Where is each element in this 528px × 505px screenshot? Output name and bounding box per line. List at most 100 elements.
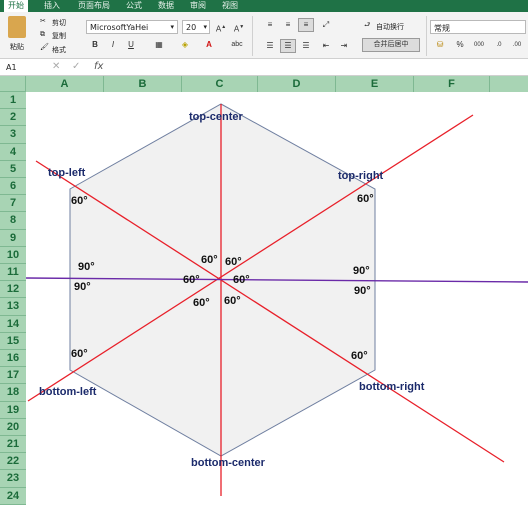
scissors-icon[interactable]: ✂ — [40, 17, 46, 25]
underline-button[interactable]: U — [124, 38, 138, 52]
row-header[interactable]: 11 — [0, 264, 26, 282]
align-bottom-icon[interactable]: ≡ — [298, 18, 314, 32]
fill-color-icon[interactable]: ◈ — [176, 38, 194, 52]
row-header[interactable]: 10 — [0, 246, 26, 264]
row-header[interactable]: 23 — [0, 470, 26, 488]
align-center-icon[interactable]: ☰ — [280, 39, 296, 53]
label-bottom-center: bottom-center — [191, 457, 266, 469]
tab-view[interactable]: 视图 — [222, 0, 238, 12]
row-header[interactable]: 7 — [0, 195, 26, 213]
column-header-c[interactable]: C — [182, 76, 258, 92]
column-header-b[interactable]: B — [104, 76, 182, 92]
label-bottom-left: bottom-left — [39, 386, 97, 398]
comma-style-icon[interactable]: 000 — [470, 38, 488, 52]
cut-button[interactable]: 剪切 — [52, 18, 66, 28]
format-painter-icon[interactable]: 🖌 — [40, 43, 49, 51]
tab-formulas[interactable]: 公式 — [126, 0, 142, 12]
increase-font-button[interactable]: A▲ — [214, 20, 228, 34]
row-header[interactable]: 3 — [0, 126, 26, 144]
tab-home[interactable]: 开始 — [4, 0, 28, 12]
name-box[interactable]: A1 — [6, 63, 17, 72]
decrease-font-button[interactable]: A▼ — [232, 20, 246, 34]
divider — [426, 16, 427, 56]
row-header[interactable]: 18 — [0, 384, 26, 402]
tab-insert[interactable]: 插入 — [44, 0, 60, 12]
row-header[interactable]: 8 — [0, 212, 26, 230]
angle-center-lower-right: 60° — [224, 295, 241, 307]
bold-button[interactable]: B — [88, 38, 102, 52]
italic-button[interactable]: I — [106, 38, 120, 52]
row-header[interactable]: 12 — [0, 281, 26, 299]
text-style-icon[interactable]: abc — [228, 38, 246, 52]
cancel-icon[interactable]: ✕ — [52, 61, 60, 72]
row-header[interactable]: 15 — [0, 332, 26, 350]
row-header[interactable]: 9 — [0, 229, 26, 247]
number-format-select[interactable]: 常规 — [430, 20, 526, 34]
angle-bottom-right: 60° — [351, 350, 368, 362]
copy-icon[interactable]: ⧉ — [40, 30, 45, 39]
angle-left-lower: 90° — [74, 281, 91, 293]
hexagon-diagram: top-center top-left top-right bottom-lef… — [25, 103, 528, 496]
percent-icon[interactable]: % — [454, 38, 466, 52]
decrease-decimal-icon[interactable]: .00 — [510, 38, 524, 52]
font-size-select[interactable]: 20 ▾ — [182, 20, 210, 34]
currency-icon[interactable]: ⛁ — [432, 38, 448, 52]
increase-decimal-icon[interactable]: .0 — [492, 38, 506, 52]
font-name-select[interactable]: MicrosoftYaHei ▾ — [86, 20, 178, 34]
column-header-a[interactable]: A — [26, 76, 104, 92]
row-header[interactable]: 5 — [0, 160, 26, 178]
column-header-f[interactable]: F — [414, 76, 490, 92]
tab-data[interactable]: 数据 — [158, 0, 174, 12]
row-header[interactable]: 21 — [0, 436, 26, 454]
tab-review[interactable]: 审阅 — [190, 0, 206, 12]
font-size-value: 20 — [186, 23, 197, 32]
angle-left-upper: 90° — [78, 261, 95, 273]
angle-center-left: 60° — [183, 274, 200, 286]
merge-center-button[interactable]: 合并后居中 — [362, 38, 420, 52]
format-painter-button[interactable]: 格式 — [52, 45, 66, 55]
confirm-icon[interactable]: ✓ — [72, 61, 80, 72]
copy-button[interactable]: 复制 — [52, 31, 66, 41]
row-header[interactable]: 6 — [0, 178, 26, 196]
formula-bar: A1 ✕ ✓ fx — [0, 59, 528, 76]
column-header-d[interactable]: D — [258, 76, 336, 92]
row-header[interactable]: 17 — [0, 367, 26, 385]
row-header[interactable]: 2 — [0, 109, 26, 127]
merge-center-label: 合并后居中 — [373, 41, 409, 48]
row-header[interactable]: 4 — [0, 143, 26, 161]
row-header[interactable]: 14 — [0, 315, 26, 333]
borders-icon[interactable]: ▦ — [150, 38, 168, 52]
angle-bottom-left: 60° — [71, 348, 88, 360]
paste-button[interactable]: 粘贴 — [10, 42, 24, 52]
align-top-icon[interactable]: ≡ — [262, 18, 278, 32]
angle-center-right: 60° — [233, 274, 250, 286]
row-header[interactable]: 1 — [0, 92, 26, 110]
row-header[interactable]: 13 — [0, 298, 26, 316]
wrap-text-icon[interactable]: ⮐ — [364, 21, 370, 32]
angle-top-right: 60° — [357, 193, 374, 205]
wrap-text-button[interactable]: 自动换行 — [376, 22, 404, 32]
align-right-icon[interactable]: ☰ — [298, 39, 314, 53]
column-header-g[interactable] — [490, 76, 528, 92]
worksheet-grid[interactable]: top-center top-left top-right bottom-lef… — [25, 92, 528, 496]
column-header-e[interactable]: E — [336, 76, 414, 92]
font-color-icon[interactable]: A — [200, 38, 218, 52]
align-left-icon[interactable]: ☰ — [262, 39, 278, 53]
divider — [252, 16, 253, 56]
fx-icon[interactable]: fx — [94, 61, 103, 72]
align-middle-icon[interactable]: ≡ — [280, 18, 296, 32]
angle-right-upper: 90° — [353, 265, 370, 277]
row-header[interactable]: 22 — [0, 453, 26, 471]
row-header[interactable]: 24 — [0, 487, 26, 505]
tab-page-layout[interactable]: 页面布局 — [78, 0, 110, 12]
paste-icon[interactable] — [8, 16, 26, 38]
chevron-down-icon: ▾ — [170, 23, 174, 31]
row-header[interactable]: 16 — [0, 350, 26, 368]
select-all-corner[interactable] — [0, 76, 26, 92]
orientation-icon[interactable]: ⤢ — [318, 18, 334, 32]
indent-increase-icon[interactable]: ⇥ — [336, 39, 352, 53]
row-header[interactable]: 19 — [0, 401, 26, 419]
row-header[interactable]: 20 — [0, 418, 26, 436]
indent-decrease-icon[interactable]: ⇤ — [318, 39, 334, 53]
ribbon: 粘贴 ✂ 剪切 ⧉ 复制 🖌 格式 MicrosoftYaHei ▾ 20 ▾ … — [0, 12, 528, 59]
